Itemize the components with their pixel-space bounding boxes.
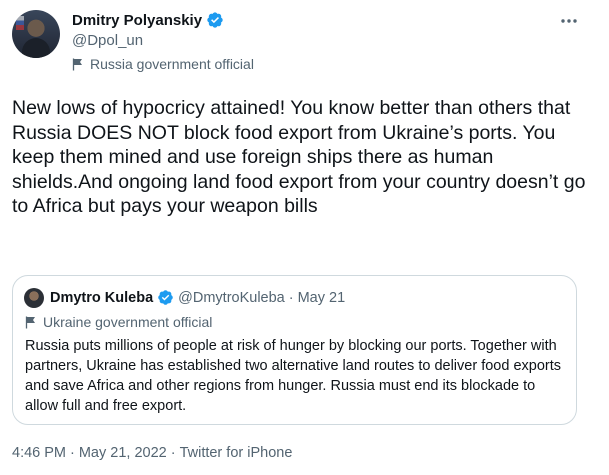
author-name-row: Dmitry Polyanskiy	[72, 11, 224, 29]
quoted-tweet-card[interactable]: Dmytro Kuleba @DmytroKuleba · May 21 Ukr…	[12, 275, 577, 425]
more-options-icon	[561, 19, 577, 23]
verified-badge-icon	[207, 12, 223, 28]
quoted-author-avatar[interactable]	[24, 288, 44, 308]
flag-icon	[72, 58, 82, 70]
tweet-metadata: 4:46 PM · May 21, 2022 · Twitter for iPh…	[12, 445, 292, 461]
quoted-handle[interactable]: @DmytroKuleba	[178, 290, 285, 306]
quoted-author-row: Dmytro Kuleba @DmytroKuleba · May 21	[50, 289, 345, 306]
quoted-author-label[interactable]: Ukraine government official	[25, 314, 212, 330]
author-handle[interactable]: @Dpol_un	[72, 32, 143, 49]
quoted-display-name[interactable]: Dmytro Kuleba	[50, 290, 153, 306]
author-display-name[interactable]: Dmitry Polyanskiy	[72, 12, 202, 29]
more-options-button[interactable]	[556, 8, 582, 34]
tweet-text: New lows of hypocricy attained! You know…	[12, 97, 586, 217]
quoted-tweet-text: Russia puts millions of people at risk o…	[25, 338, 561, 414]
quoted-separator: ·	[288, 289, 294, 306]
quoted-date[interactable]: May 21	[298, 290, 346, 306]
tweet-date[interactable]: May 21, 2022	[79, 445, 167, 461]
tweet[interactable]: Dmitry Polyanskiy @Dpol_un Russia govern…	[0, 0, 609, 475]
author-label[interactable]: Russia government official	[72, 56, 254, 72]
author-avatar[interactable]	[12, 10, 60, 58]
verified-badge-icon	[158, 290, 173, 305]
meta-separator: ·	[170, 445, 176, 461]
flag-icon	[25, 316, 35, 328]
avatar-flag	[16, 16, 24, 30]
meta-separator: ·	[70, 445, 75, 461]
author-label-text: Russia government official	[90, 56, 254, 72]
tweet-source[interactable]: Twitter for iPhone	[180, 445, 293, 461]
tweet-time[interactable]: 4:46 PM	[12, 445, 66, 461]
quoted-label-text: Ukraine government official	[43, 314, 213, 330]
